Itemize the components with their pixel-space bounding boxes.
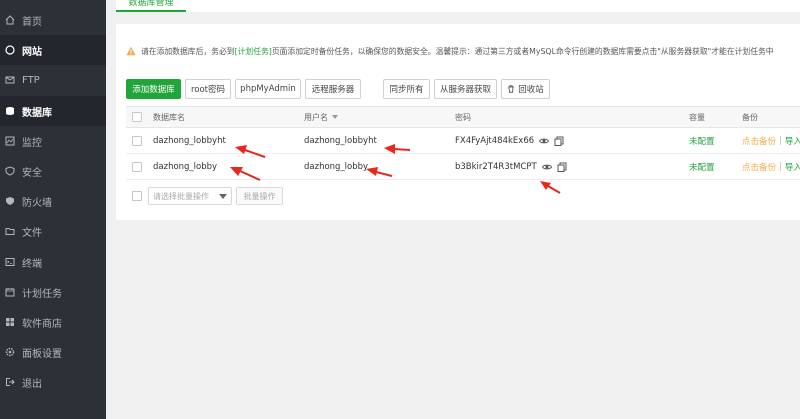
db-password: FX4FyAjt484kEx66: [455, 128, 564, 153]
sidebar-item-store[interactable]: 软件商店: [0, 307, 106, 337]
eye-icon[interactable]: [541, 162, 552, 172]
sidebar-item-panel-settings[interactable]: 面板设置: [0, 337, 106, 367]
table-row: dazhong_lobby dazhong_lobby b3Bkir2T4R3t…: [126, 154, 800, 180]
shield-icon: [5, 166, 15, 176]
batch-operation-button[interactable]: 批量操作: [236, 187, 283, 205]
sidebar-item-security[interactable]: 安全: [0, 156, 106, 186]
sidebar-item-logout[interactable]: 退出: [0, 367, 106, 397]
sidebar-item-firewall[interactable]: 防火墙: [0, 186, 106, 216]
trash-icon: [508, 85, 515, 93]
sync-all-button[interactable]: 同步所有: [383, 79, 430, 99]
tab-bar: 数据库管理: [116, 0, 800, 12]
capacity-status: 未配置: [689, 136, 715, 147]
backup-actions: 点击备份 | 导入: [742, 161, 800, 173]
row-checkbox[interactable]: [132, 162, 142, 172]
db-user: dazhong_lobby: [304, 161, 369, 172]
calendar-icon: [5, 287, 15, 297]
sidebar-item-ftp[interactable]: FTP: [0, 65, 106, 95]
sort-desc-icon: [332, 115, 338, 119]
sidebar-item-label: 终端: [22, 258, 42, 270]
cron-task-link[interactable]: [计划任务]: [235, 46, 272, 57]
sidebar-item-label: 文件: [22, 227, 42, 239]
warning-icon: [126, 46, 136, 56]
db-user: dazhong_lobbyht: [304, 135, 377, 146]
firewall-icon: [5, 196, 15, 206]
sidebar-item-label: 安全: [22, 167, 42, 179]
db-name: dazhong_lobbyht: [153, 135, 226, 146]
header-capacity: 容量: [689, 112, 705, 122]
sidebar-item-cron[interactable]: 计划任务: [0, 277, 106, 307]
sidebar-item-label: 监控: [22, 137, 42, 149]
db-name: dazhong_lobby: [153, 161, 218, 172]
sidebar-item-home[interactable]: 首页: [0, 5, 106, 35]
table-row: dazhong_lobbyht dazhong_lobbyht FX4FyAjt…: [126, 128, 800, 154]
phpmyadmin-button[interactable]: phpMyAdmin: [235, 79, 301, 99]
backup-link[interactable]: 点击备份: [742, 161, 776, 173]
globe-icon: [5, 45, 15, 55]
sidebar-item-label: 软件商店: [22, 318, 62, 330]
eye-icon[interactable]: [539, 136, 550, 146]
sidebar-item-label: 面板设置: [22, 348, 62, 360]
logout-icon: [5, 377, 15, 387]
header-password: 密码: [455, 112, 471, 122]
import-link[interactable]: 导入: [785, 135, 800, 147]
sidebar-item-terminal[interactable]: 终端: [0, 247, 106, 277]
terminal-icon: [5, 257, 15, 267]
table-header: 数据库名 用户名 密码 容量 备份: [126, 106, 800, 128]
sidebar-item-label: 防火墙: [22, 197, 52, 209]
remote-server-button[interactable]: 远程服务器: [305, 79, 361, 99]
header-db-name[interactable]: 数据库名: [153, 107, 185, 127]
recycle-bin-button[interactable]: 回收站: [501, 79, 550, 99]
notice-bar: 请在添加数据库后，务必到 [计划任务] 页面添加定时备份任务，以确保您的数据安全。温…: [126, 41, 800, 61]
sidebar-item-files[interactable]: 文件: [0, 216, 106, 246]
tab-database-management[interactable]: 数据库管理: [116, 0, 186, 12]
sidebar-item-label: 网站: [22, 46, 42, 58]
sidebar-item-website[interactable]: 网站: [0, 35, 106, 65]
settings-icon: [5, 347, 15, 357]
sidebar-item-label: 首页: [22, 16, 42, 28]
copy-icon[interactable]: [554, 136, 564, 146]
backup-link[interactable]: 点击备份: [742, 135, 776, 147]
header-backup: 备份: [742, 112, 758, 122]
backup-actions: 点击备份 | 导入: [742, 135, 800, 147]
sidebar-item-label: FTP: [22, 74, 40, 86]
db-password: b3Bkir2T4R3tMCPT: [455, 154, 567, 179]
add-database-button[interactable]: 添加数据库: [126, 79, 181, 99]
database-icon: [5, 106, 15, 116]
store-icon: [5, 317, 15, 327]
folder-icon: [5, 226, 15, 236]
capacity-status: 未配置: [689, 162, 715, 173]
select-all-checkbox[interactable]: [132, 112, 142, 122]
header-username[interactable]: 用户名: [304, 107, 338, 127]
copy-icon[interactable]: [557, 162, 567, 172]
sidebar-item-database[interactable]: 数据库: [0, 96, 106, 126]
batch-operation-select[interactable]: 请选择批量操作: [148, 187, 232, 205]
sidebar: 首页 网站 FTP 数据库 监控 安全 防火墙 文件 终端 计划任务 软件商店: [0, 0, 106, 419]
monitor-icon: [5, 136, 15, 146]
sidebar-item-label: 数据库: [22, 107, 52, 119]
import-link[interactable]: 导入: [785, 161, 800, 173]
sidebar-item-label: 退出: [22, 378, 42, 390]
home-icon: [5, 15, 15, 25]
chevron-down-icon: [219, 194, 227, 199]
notice-text-after: 页面添加定时备份任务，以确保您的数据安全。温馨提示：通过第三方或者MySQL命令…: [271, 46, 774, 56]
row-checkbox[interactable]: [132, 136, 142, 146]
sidebar-item-monitor[interactable]: 监控: [0, 126, 106, 156]
root-password-button[interactable]: root密码: [185, 79, 231, 99]
batch-select-all-checkbox[interactable]: [132, 191, 142, 201]
ftp-icon: [5, 75, 15, 85]
sidebar-item-label: 计划任务: [22, 288, 62, 300]
fetch-from-server-button[interactable]: 从服务器获取: [434, 79, 497, 99]
notice-text-before: 请在添加数据库后，务必到: [141, 46, 235, 56]
